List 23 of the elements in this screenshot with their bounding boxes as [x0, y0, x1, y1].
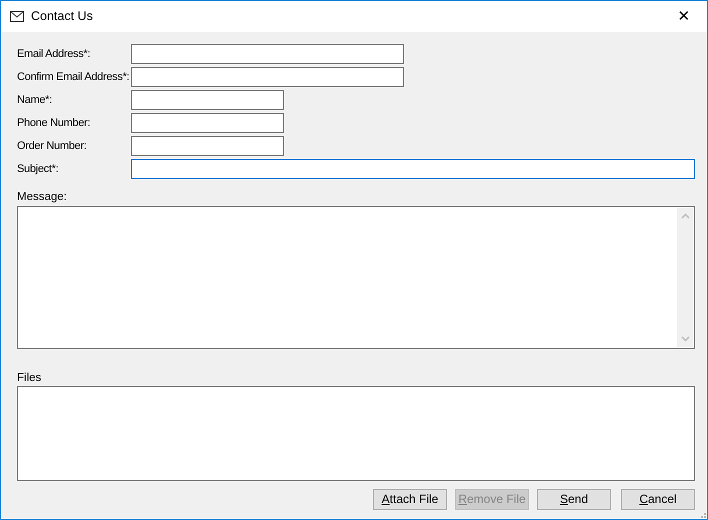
field-label: Order Number:: [17, 138, 88, 154]
field-label: Subject*:: [17, 162, 60, 177]
field-label: Confirm Email Address*:: [17, 70, 130, 85]
input-field[interactable]: [131, 44, 404, 64]
input-field[interactable]: [131, 67, 404, 87]
field-label: Name*:: [17, 92, 53, 108]
button[interactable]: Attach File: [373, 489, 447, 510]
window-title: Contact Us: [31, 8, 93, 26]
resize-grip-icon[interactable]: [698, 513, 706, 518]
message-label: Message:: [17, 190, 68, 203]
button[interactable]: Cancel: [621, 489, 695, 510]
field-label: Phone Number:: [17, 116, 92, 131]
files-label: Files: [17, 371, 42, 384]
field-label: Email Address*:: [17, 46, 92, 62]
envelope-icon: [10, 11, 24, 22]
input-field[interactable]: [131, 136, 284, 156]
message-field[interactable]: [17, 206, 695, 349]
input-field[interactable]: [131, 113, 284, 133]
input-field[interactable]: [131, 90, 284, 110]
files-list[interactable]: [17, 386, 695, 481]
input-field[interactable]: [131, 159, 695, 179]
button[interactable]: Send: [537, 489, 611, 510]
close-button[interactable]: ✕: [661, 1, 707, 32]
